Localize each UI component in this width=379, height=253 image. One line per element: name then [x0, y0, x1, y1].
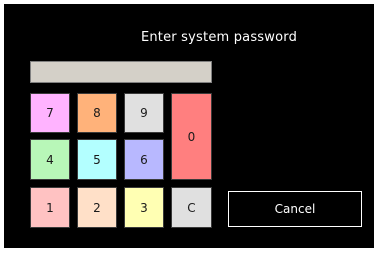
- key-1[interactable]: 1: [30, 187, 70, 228]
- key-5[interactable]: 5: [77, 139, 117, 180]
- key-0[interactable]: 0: [171, 93, 212, 180]
- password-field[interactable]: [30, 61, 212, 83]
- key-6[interactable]: 6: [124, 139, 164, 180]
- cancel-button[interactable]: Cancel: [228, 191, 362, 227]
- key-3[interactable]: 3: [124, 187, 164, 228]
- dialog-title: Enter system password: [140, 30, 298, 45]
- key-2[interactable]: 2: [77, 187, 117, 228]
- key-9[interactable]: 9: [124, 93, 164, 133]
- key-7[interactable]: 7: [30, 93, 70, 133]
- key-8[interactable]: 8: [77, 93, 117, 133]
- clear-key[interactable]: C: [171, 187, 212, 228]
- password-dialog: Enter system password 7 8 9 0 4 5 6 1 2 …: [4, 4, 374, 248]
- key-4[interactable]: 4: [30, 139, 70, 180]
